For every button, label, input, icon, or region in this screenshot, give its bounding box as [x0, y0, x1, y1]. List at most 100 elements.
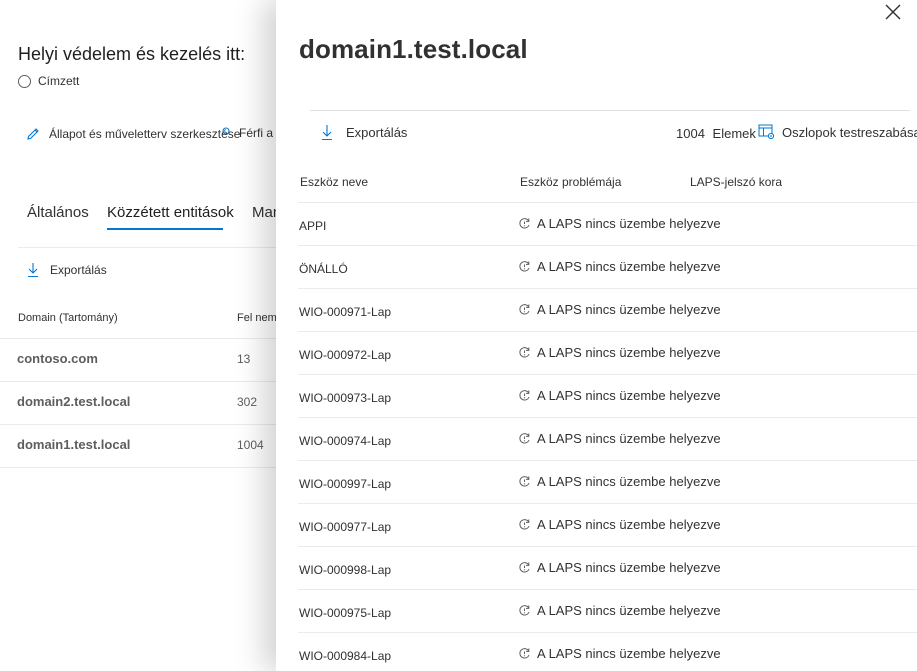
column-header-laps-age[interactable]: LAPS-jelszó kora: [690, 175, 782, 189]
sync-warning-icon: [519, 605, 530, 616]
tab-general[interactable]: Általános: [27, 204, 89, 221]
assign-button[interactable]: Férfi a: [219, 126, 273, 140]
sync-warning-icon: [519, 562, 530, 573]
pencil-icon: [25, 126, 41, 142]
device-issue: A LAPS nincs üzembe helyezve: [518, 345, 721, 360]
device-issue: A LAPS nincs üzembe helyezve: [518, 560, 721, 575]
table-row[interactable]: WIO-000974-Lap A LAPS nincs üzembe helye…: [298, 417, 917, 460]
sync-warning-icon: [519, 304, 530, 315]
table-row[interactable]: WIO-000977-Lap A LAPS nincs üzembe helye…: [298, 503, 917, 546]
device-name: WIO-000997-Lap: [299, 477, 392, 491]
page-title: Helyi védelem és kezelés itt:: [18, 44, 246, 64]
sync-warning-icon: [519, 390, 530, 401]
table-row[interactable]: WIO-000972-Lap A LAPS nincs üzembe helye…: [298, 331, 917, 374]
sync-warning-icon: [519, 519, 530, 530]
download-icon: [320, 124, 334, 141]
device-issue: A LAPS nincs üzembe helyezve: [518, 474, 721, 489]
radio-button-icon[interactable]: [18, 74, 31, 88]
device-issue: A LAPS nincs üzembe helyezve: [518, 646, 721, 661]
device-issue-label: A LAPS nincs üzembe helyezve: [537, 259, 721, 274]
device-issue: A LAPS nincs üzembe helyezve: [518, 216, 721, 231]
domain-name: domain2.test.local: [17, 394, 131, 409]
domain-count: 302: [237, 395, 258, 409]
item-count: 1004 Elemek: [676, 126, 756, 141]
device-name: APPI: [299, 219, 327, 233]
table-row[interactable]: WIO-000998-Lap A LAPS nincs üzembe helye…: [298, 546, 917, 589]
domain-count: 1004: [237, 438, 264, 452]
panel-divider: [310, 110, 910, 111]
sync-warning-icon: [519, 347, 530, 358]
device-name: WIO-000984-Lap: [299, 649, 392, 663]
close-icon[interactable]: [883, 2, 903, 22]
table-row[interactable]: WIO-000997-Lap A LAPS nincs üzembe helye…: [298, 460, 917, 503]
download-icon: [26, 262, 40, 278]
device-issue: A LAPS nincs üzembe helyezve: [518, 388, 721, 403]
domain-name: contoso.com: [17, 351, 98, 366]
item-count-number: 1004: [676, 126, 705, 141]
background-export-button[interactable]: Exportálás: [26, 262, 107, 278]
assign-label: Férfi a: [239, 126, 274, 140]
device-name: WIO-000973-Lap: [299, 391, 392, 405]
table-row[interactable]: WIO-000971-Lap A LAPS nincs üzembe helye…: [298, 288, 917, 331]
sync-warning-icon: [519, 218, 530, 229]
table-row[interactable]: domain2.test.local 302: [0, 382, 300, 425]
domain-details-panel: domain1.test.local Exportálás 1004 Eleme…: [276, 0, 917, 671]
device-issue-label: A LAPS nincs üzembe helyezve: [537, 345, 721, 360]
recipient-radio[interactable]: Címzett: [18, 74, 79, 88]
device-name: WIO-000998-Lap: [299, 563, 392, 577]
edit-status-label: Állapot és műveletterv szerkesztése: [49, 127, 241, 141]
device-name: WIO-000972-Lap: [299, 348, 392, 362]
device-issue-label: A LAPS nincs üzembe helyezve: [537, 646, 721, 661]
sync-warning-icon: [519, 476, 530, 487]
tab-bar: Általános Közzétett entitások Manó: [18, 200, 318, 248]
export-button[interactable]: Exportálás: [320, 124, 407, 141]
device-name: WIO-000971-Lap: [299, 305, 392, 319]
tab-published-entities[interactable]: Közzétett entitások: [107, 204, 234, 221]
radio-label: Címzett: [38, 74, 80, 88]
device-issue-label: A LAPS nincs üzembe helyezve: [537, 560, 721, 575]
device-issue-label: A LAPS nincs üzembe helyezve: [537, 517, 721, 532]
edit-status-button[interactable]: Állapot és műveletterv szerkesztése: [25, 126, 240, 142]
device-name: ÖNÁLLÓ: [299, 262, 348, 276]
device-issue: A LAPS nincs üzembe helyezve: [518, 603, 721, 618]
table-row[interactable]: APPI A LAPS nincs üzembe helyezve: [298, 202, 917, 245]
panel-title: domain1.test.local: [299, 34, 528, 64]
device-issue-label: A LAPS nincs üzembe helyezve: [537, 388, 721, 403]
sync-warning-icon: [519, 261, 530, 272]
table-row[interactable]: WIO-000975-Lap A LAPS nincs üzembe helye…: [298, 589, 917, 632]
active-tab-indicator: [107, 228, 223, 230]
device-issue: A LAPS nincs üzembe helyezve: [518, 302, 721, 317]
export-label: Exportálás: [346, 125, 408, 140]
device-table: APPI A LAPS nincs üzembe helyezve ÖNÁLLÓ…: [298, 202, 917, 671]
column-header-device-name[interactable]: Eszköz neve: [300, 175, 368, 189]
table-row[interactable]: contoso.com 13: [0, 339, 300, 382]
customize-columns-label: Oszlopok testreszabása: [782, 124, 917, 140]
column-header-domain[interactable]: Domain (Tartomány): [18, 312, 118, 324]
device-issue: A LAPS nincs üzembe helyezve: [518, 259, 721, 274]
table-row[interactable]: WIO-000973-Lap A LAPS nincs üzembe helye…: [298, 374, 917, 417]
device-issue: A LAPS nincs üzembe helyezve: [518, 517, 721, 532]
device-issue-label: A LAPS nincs üzembe helyezve: [537, 216, 721, 231]
device-name: WIO-000974-Lap: [299, 434, 392, 448]
table-row[interactable]: domain1.test.local 1004: [0, 425, 300, 468]
device-issue-label: A LAPS nincs üzembe helyezve: [537, 603, 721, 618]
close-button[interactable]: [883, 2, 903, 22]
sync-warning-icon: [519, 648, 530, 659]
domain-name: domain1.test.local: [17, 437, 131, 452]
customize-columns-icon: [758, 124, 775, 140]
domain-count: 13: [237, 352, 251, 366]
sync-warning-icon: [519, 433, 530, 444]
column-header-device-issue[interactable]: Eszköz problémája: [520, 175, 621, 189]
device-issue-label: A LAPS nincs üzembe helyezve: [537, 474, 721, 489]
item-count-label: Elemek: [712, 126, 756, 141]
table-row[interactable]: WIO-000984-Lap A LAPS nincs üzembe helye…: [298, 632, 917, 671]
device-issue-label: A LAPS nincs üzembe helyezve: [537, 431, 721, 446]
device-issue: A LAPS nincs üzembe helyezve: [518, 431, 721, 446]
person-icon: [219, 126, 233, 140]
device-name: WIO-000975-Lap: [299, 606, 392, 620]
background-export-label: Exportálás: [50, 263, 107, 277]
device-issue-label: A LAPS nincs üzembe helyezve: [537, 302, 721, 317]
device-name: WIO-000977-Lap: [299, 520, 392, 534]
table-row[interactable]: ÖNÁLLÓ A LAPS nincs üzembe helyezve: [298, 245, 917, 288]
customize-columns-button[interactable]: Oszlopok testreszabása: [758, 124, 917, 140]
